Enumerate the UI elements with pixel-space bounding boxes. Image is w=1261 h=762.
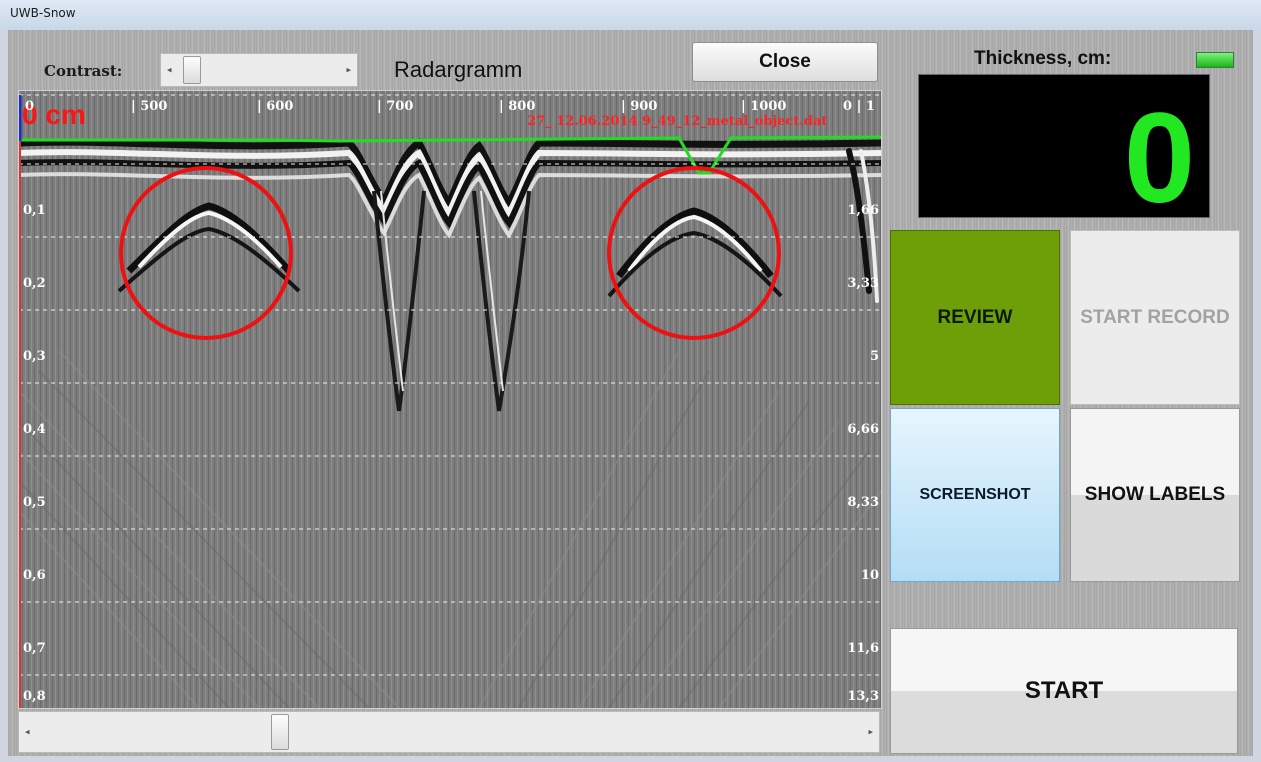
top-tick: | 600 [257, 99, 294, 114]
radargram-title: Radargramm [394, 57, 523, 82]
depth-label-right: 13,3 [847, 689, 879, 704]
thickness-value: 0 [1123, 87, 1195, 230]
depth-label-left: 0,7 [23, 641, 46, 656]
top-tick: | 1000 [741, 99, 787, 114]
screenshot-button[interactable]: SCREENSHOT [890, 408, 1060, 582]
right-arrow-icon[interactable]: ▸ [868, 727, 873, 738]
thickness-label: Thickness, cm: [974, 48, 1112, 69]
depth-label-left: 0,8 [23, 689, 46, 704]
depth-label-right: 10 [860, 568, 879, 583]
depth-label-left: 0,1 [23, 203, 46, 218]
title-bar: UWB-Snow [0, 0, 1261, 30]
depth-label-right: 6,66 [847, 422, 879, 437]
depth-label-left: 0,3 [23, 349, 46, 364]
contrast-slider[interactable]: ◂ ▸ [160, 53, 358, 87]
top-tick: | 500 [131, 99, 168, 114]
window-title: UWB-Snow [10, 6, 76, 20]
top-tick: 0 [25, 99, 35, 114]
start-button[interactable]: START [890, 628, 1238, 754]
file-name-label: 27_ 12.06.2014 9_49_12_metal_object.dat [527, 114, 828, 129]
left-arrow-icon[interactable]: ◂ [25, 727, 30, 738]
close-button[interactable]: Close [692, 42, 878, 82]
depth-label-left: 0,6 [23, 568, 46, 583]
start-record-button[interactable]: START RECORD [1070, 230, 1240, 405]
thickness-display: 0 [918, 74, 1210, 223]
radargram-scrollbar[interactable]: ◂ ▸ [18, 711, 880, 753]
depth-label-right: 1,66 [847, 203, 879, 218]
depth-label-right: 11,6 [847, 641, 879, 656]
depth-label-right: 5 [869, 349, 879, 364]
radargram-view[interactable]: 0 cm 27_ 12.06.2014 9_49_12_metal_object… [18, 90, 882, 709]
radargram-canvas [19, 91, 881, 708]
contrast-slider-thumb[interactable] [183, 56, 201, 84]
contrast-label: Contrast: [44, 62, 123, 80]
depth-label-left: 0,5 [23, 495, 46, 510]
top-tick: 0 | 1 [843, 99, 875, 114]
show-labels-button[interactable]: SHOW LABELS [1070, 408, 1240, 582]
depth-label-right: 3,33 [847, 276, 879, 291]
main-window: Contrast: ◂ ▸ Radargramm Close Thickness… [8, 30, 1253, 756]
depth-label-left: 0,2 [23, 276, 46, 291]
review-button[interactable]: REVIEW [890, 230, 1060, 405]
top-tick: | 800 [499, 99, 536, 114]
top-tick: | 700 [377, 99, 414, 114]
top-tick: | 900 [621, 99, 658, 114]
radargram-scrollbar-thumb[interactable] [271, 714, 289, 750]
status-led-icon [1196, 52, 1234, 68]
depth-label-right: 8,33 [847, 495, 879, 510]
depth-label-left: 0,4 [23, 422, 46, 437]
right-arrow-icon[interactable]: ▸ [346, 65, 351, 76]
left-arrow-icon[interactable]: ◂ [167, 65, 172, 76]
